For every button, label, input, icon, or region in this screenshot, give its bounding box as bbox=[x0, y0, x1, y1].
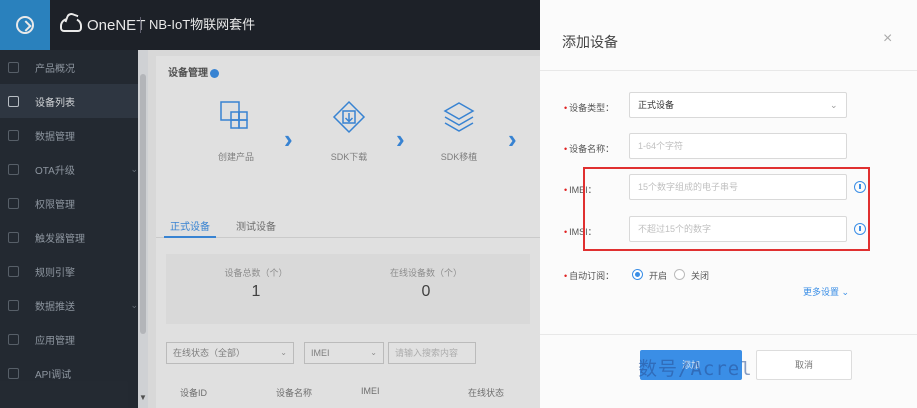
divider bbox=[540, 334, 917, 335]
close-icon[interactable]: × bbox=[883, 30, 892, 48]
radio-on[interactable] bbox=[632, 269, 643, 280]
add-button[interactable]: 添加 bbox=[640, 350, 742, 380]
device-name-row: • 设备名称： bbox=[540, 133, 917, 163]
device-name-input[interactable] bbox=[629, 133, 847, 159]
divider bbox=[540, 70, 917, 71]
device-type-select[interactable]: 正式设备 bbox=[629, 92, 847, 118]
more-settings-link[interactable]: 更多设置 ⌄ bbox=[803, 285, 849, 298]
radio-off[interactable] bbox=[674, 269, 685, 280]
cancel-button[interactable]: 取消 bbox=[756, 350, 852, 380]
modal-backdrop[interactable] bbox=[0, 0, 540, 408]
field-label: • 自动订阅： bbox=[564, 271, 615, 281]
auto-subscribe-row: • 自动订阅： 开启 关闭 bbox=[540, 264, 917, 284]
modal-title: 添加设备 bbox=[562, 34, 618, 50]
radio-label[interactable]: 开启 bbox=[649, 269, 667, 282]
chevron-down-icon: ⌄ bbox=[830, 100, 838, 110]
field-label: • 设备名称： bbox=[564, 144, 615, 154]
device-type-row: • 设备类型： 正式设备 ⌄ bbox=[540, 92, 917, 122]
add-device-panel: 添加设备 × •设备类型： 正式设备 ⌄ •设备名称： •IMEI： •IMSI… bbox=[540, 0, 917, 408]
highlight-box bbox=[583, 167, 870, 251]
field-label: • 设备类型： bbox=[564, 103, 615, 113]
radio-label[interactable]: 关闭 bbox=[691, 269, 709, 282]
